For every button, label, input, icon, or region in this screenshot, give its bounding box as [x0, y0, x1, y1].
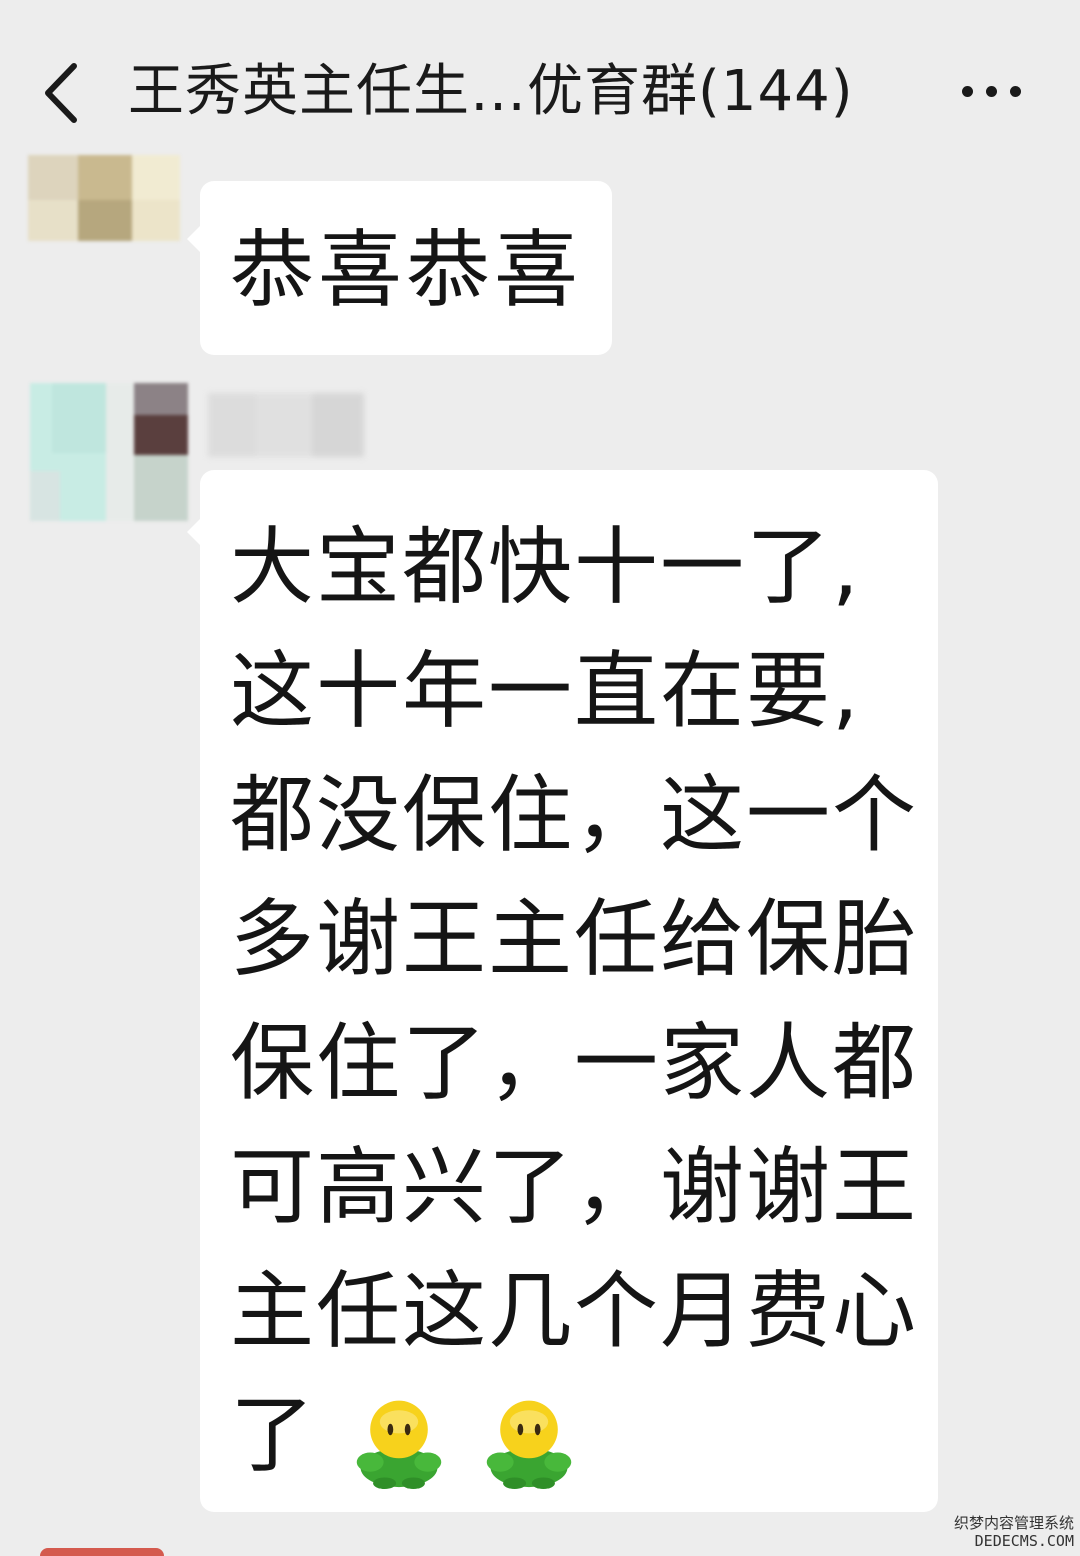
message-line: 都没保住，这一个 [230, 766, 919, 864]
back-button[interactable] [36, 58, 96, 128]
chat-header: 王秀英主任生…优育群(144) [0, 0, 1080, 150]
message-line: 大宝都快十一了, [230, 518, 861, 616]
next-avatar-edge [40, 1548, 164, 1556]
sender-name-obscured [208, 393, 364, 457]
message-line: 保住了，一家人都 [230, 1014, 919, 1112]
message-line: 这十年一直在要, [230, 642, 861, 740]
watermark: 织梦内容管理系统 DEDECMS.COM [953, 1514, 1074, 1550]
message-line: 主任这几个月费心 [230, 1262, 919, 1360]
more-options-button[interactable] [948, 66, 1038, 116]
message-text: 恭喜恭喜 [230, 221, 583, 319]
message-line: 多谢王主任给保胎 [230, 890, 919, 988]
more-dots-icon [962, 86, 973, 97]
avatar[interactable] [30, 383, 188, 521]
message-line-last: 了 [230, 1380, 577, 1490]
message-line: 可高兴了，谢谢王 [230, 1138, 919, 1236]
message-bubble[interactable]: 恭喜恭喜 [187, 181, 612, 355]
chevron-left-icon [45, 63, 77, 123]
chat-title: 王秀英主任生…优育群(144) [128, 59, 854, 124]
green-turtle-emoji [487, 1400, 572, 1490]
green-turtle-emoji [356, 1400, 441, 1490]
message-bubble[interactable]: 大宝都快十一了, 这十年一直在要, 都没保住，这一个 多谢王主任给保胎 保住了，… [187, 470, 938, 1512]
avatar[interactable] [28, 155, 180, 241]
